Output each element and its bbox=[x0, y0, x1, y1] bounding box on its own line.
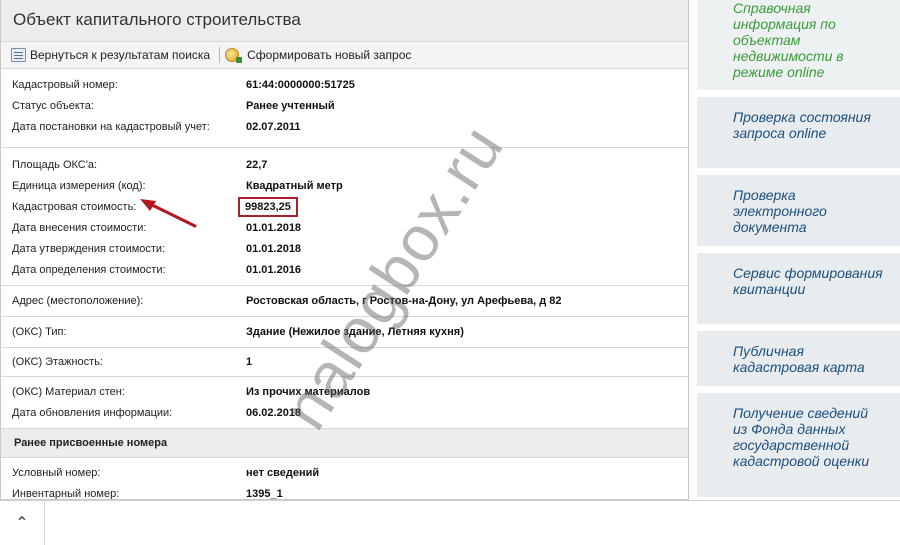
object-info: Кадастровый номер: 61:44:0000000:51725 С… bbox=[1, 70, 688, 500]
back-to-results-button[interactable]: Вернуться к результатам поиска bbox=[11, 48, 210, 62]
back-to-results-label: Вернуться к результатам поиска bbox=[30, 48, 211, 62]
scroll-up-button[interactable]: ⌃ bbox=[0, 501, 45, 545]
chevron-up-icon: ⌃ bbox=[15, 515, 29, 532]
info-row-wall-material: (ОКС) Материал стен: Из прочих материало… bbox=[12, 385, 371, 398]
sidebar-item-public-map[interactable]: Публичная кадастровая карта bbox=[697, 331, 900, 386]
toolbar: Вернуться к результатам поиска Сформиров… bbox=[1, 42, 688, 69]
info-row-cadastral-number: Кадастровый номер: 61:44:0000000:51725 bbox=[12, 78, 355, 91]
info-row-cost-determination-date: Дата определения стоимости: 01.01.2016 bbox=[12, 263, 302, 276]
sidebar: Справочная информация по объектам недвиж… bbox=[697, 0, 900, 500]
red-arrow-annotation bbox=[140, 199, 197, 228]
page-title: Объект капитального строительства bbox=[1, 0, 688, 42]
info-row-area: Площадь ОКС'а: 22,7 bbox=[12, 158, 268, 171]
info-row-cost-entry-date: Дата внесения стоимости: 01.01.2018 bbox=[12, 221, 302, 234]
object-panel: Объект капитального строительства Вернут… bbox=[0, 0, 689, 500]
sidebar-item-reference-info[interactable]: Справочная информация по объектам недвиж… bbox=[697, 0, 900, 90]
list-back-icon bbox=[11, 48, 26, 62]
info-row-registration-date: Дата постановки на кадастровый учет: 02.… bbox=[12, 120, 301, 133]
info-row-conditional-number: Условный номер: нет сведений bbox=[12, 466, 320, 479]
sidebar-item-receipt-service[interactable]: Сервис формирования квитанции bbox=[697, 253, 900, 324]
info-row-inventory-number: Инвентарный номер: 1395_1 bbox=[12, 487, 283, 500]
sidebar-item-document-check[interactable]: Проверка электронного документа bbox=[697, 175, 900, 246]
info-row-update-date: Дата обновления информации: 06.02.2018 bbox=[12, 406, 302, 419]
cadastral-cost-highlight: 99823,25 bbox=[238, 196, 298, 217]
new-query-button[interactable]: Сформировать новый запрос bbox=[225, 48, 412, 63]
bottom-bar: ⌃ bbox=[0, 500, 900, 545]
divider bbox=[1, 147, 688, 154]
toolbar-divider bbox=[219, 47, 221, 63]
info-row-cadastral-cost: Кадастровая стоимость: 99823,25 bbox=[1, 196, 688, 217]
sidebar-item-valuation-fund[interactable]: Получение сведений из Фонда данных госуд… bbox=[697, 393, 900, 497]
info-row-cost-approval-date: Дата утверждения стоимости: 01.01.2018 bbox=[12, 242, 302, 255]
info-row-address: Адрес (местоположение): Ростовская облас… bbox=[12, 294, 562, 307]
info-row-oks-type: (ОКС) Тип: Здание (Нежилое здание, Летня… bbox=[12, 325, 464, 338]
info-row-status: Статус объекта: Ранее учтенный bbox=[12, 99, 335, 112]
info-row-unit: Единица измерения (код): Квадратный метр bbox=[12, 179, 343, 192]
prev-numbers-header: Ранее присвоенные номера bbox=[1, 428, 688, 458]
info-row-floors: (ОКС) Этажность: 1 bbox=[12, 355, 253, 368]
new-query-label: Сформировать новый запрос bbox=[247, 48, 412, 62]
new-query-icon bbox=[225, 48, 243, 63]
sidebar-item-request-status[interactable]: Проверка состояния запроса online bbox=[697, 97, 900, 168]
